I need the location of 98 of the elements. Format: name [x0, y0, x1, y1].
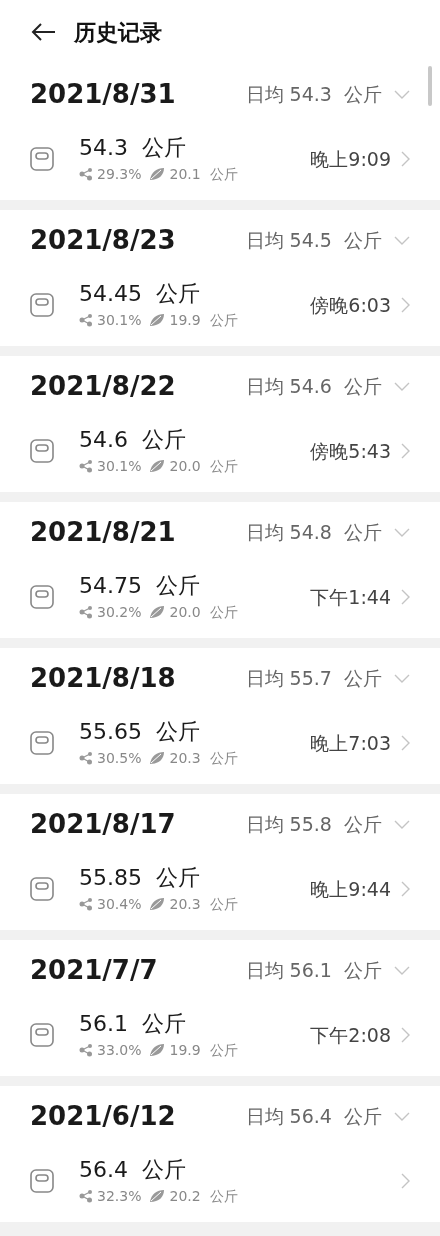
chevron-right-icon — [401, 1173, 410, 1189]
page-title: 历史记录 — [74, 18, 162, 47]
chevron-down-icon[interactable] — [394, 381, 410, 391]
date-heading: 2021/8/18 — [30, 661, 176, 695]
weight-value: 54.45 公斤 — [79, 279, 201, 308]
weight-value: 54.75 公斤 — [79, 571, 201, 600]
daily-average: 日均 54.3 公斤 — [245, 81, 382, 107]
chevron-down-icon[interactable] — [394, 1111, 410, 1121]
scale-icon — [30, 1169, 54, 1193]
leaf-icon — [149, 167, 166, 181]
record-row[interactable]: 54.75 公斤 30.2% 20.0 公斤 下午1:44 — [30, 562, 410, 638]
leaf-icon — [149, 313, 166, 327]
body-fat-value: 30.5% — [97, 748, 142, 768]
leaf-icon — [149, 605, 166, 619]
record-time: 下午1:44 — [310, 584, 391, 610]
weight-value: 54.6 公斤 — [79, 425, 187, 454]
date-heading: 2021/8/23 — [30, 223, 176, 257]
daily-average: 日均 56.1 公斤 — [245, 957, 382, 983]
scale-icon — [30, 147, 54, 171]
date-heading: 2021/6/12 — [30, 1099, 176, 1133]
weight-value: 55.85 公斤 — [79, 863, 201, 892]
record-row[interactable]: 56.4 公斤 32.3% 20.2 公斤 — [30, 1146, 410, 1222]
date-heading: 2021/8/21 — [30, 515, 176, 549]
record-time: 下午2:08 — [310, 1022, 391, 1048]
date-heading: 2021/8/22 — [30, 369, 176, 403]
chevron-down-icon[interactable] — [394, 673, 410, 683]
date-heading: 2021/8/31 — [30, 77, 176, 111]
record-time: 傍晚6:03 — [310, 292, 391, 318]
leaf-icon — [149, 459, 166, 473]
muscle-value: 20.3 公斤 — [169, 894, 238, 914]
nodes-icon — [79, 751, 93, 765]
leaf-icon — [149, 751, 166, 765]
chevron-down-icon[interactable] — [394, 819, 410, 829]
daily-average: 日均 54.6 公斤 — [245, 373, 382, 399]
muscle-value: 20.3 公斤 — [169, 748, 238, 768]
daily-average: 日均 54.8 公斤 — [245, 519, 382, 545]
chevron-right-icon — [401, 881, 410, 897]
weight-value: 54.3 公斤 — [79, 133, 187, 162]
leaf-icon — [149, 1043, 166, 1057]
nodes-icon — [79, 459, 93, 473]
muscle-value: 20.0 公斤 — [169, 456, 238, 476]
nodes-icon — [79, 313, 93, 327]
scale-icon — [30, 877, 54, 901]
muscle-value: 20.1 公斤 — [169, 164, 238, 184]
record-time: 傍晚5:43 — [310, 438, 391, 464]
record-time: 晚上9:44 — [310, 876, 391, 902]
body-fat-value: 33.0% — [97, 1040, 142, 1060]
chevron-down-icon[interactable] — [394, 89, 410, 99]
scale-icon — [30, 731, 54, 755]
weight-value: 55.65 公斤 — [79, 717, 201, 746]
leaf-icon — [149, 1189, 166, 1203]
back-icon[interactable] — [30, 22, 56, 42]
chevron-down-icon[interactable] — [394, 235, 410, 245]
body-fat-value: 32.3% — [97, 1186, 142, 1206]
record-time: 晚上9:09 — [310, 146, 391, 172]
chevron-down-icon[interactable] — [394, 965, 410, 975]
scale-icon — [30, 293, 54, 317]
chevron-down-icon[interactable] — [394, 527, 410, 537]
daily-average: 日均 55.8 公斤 — [245, 811, 382, 837]
scale-icon — [30, 439, 54, 463]
nodes-icon — [79, 1043, 93, 1057]
nodes-icon — [79, 1189, 93, 1203]
record-row[interactable]: 54.3 公斤 29.3% 20.1 公斤 晚上9:09 — [30, 124, 410, 200]
muscle-value: 20.2 公斤 — [169, 1186, 238, 1206]
body-fat-value: 29.3% — [97, 164, 142, 184]
chevron-right-icon — [401, 297, 410, 313]
scrollbar — [428, 66, 432, 106]
scale-icon — [30, 1023, 54, 1047]
body-fat-value: 30.1% — [97, 310, 142, 330]
record-row[interactable]: 56.1 公斤 33.0% 19.9 公斤 下午2:08 — [30, 1000, 410, 1076]
nodes-icon — [79, 897, 93, 911]
chevron-right-icon — [401, 1027, 410, 1043]
record-row[interactable]: 55.65 公斤 30.5% 20.3 公斤 晚上7:03 — [30, 708, 410, 784]
scale-icon — [30, 585, 54, 609]
record-row[interactable]: 54.6 公斤 30.1% 20.0 公斤 傍晚5:43 — [30, 416, 410, 492]
record-row[interactable]: 55.85 公斤 30.4% 20.3 公斤 晚上9:44 — [30, 854, 410, 930]
nodes-icon — [79, 605, 93, 619]
nodes-icon — [79, 167, 93, 181]
body-fat-value: 30.1% — [97, 456, 142, 476]
leaf-icon — [149, 897, 166, 911]
muscle-value: 20.0 公斤 — [169, 602, 238, 622]
daily-average: 日均 56.4 公斤 — [245, 1103, 382, 1129]
daily-average: 日均 54.5 公斤 — [245, 227, 382, 253]
chevron-right-icon — [401, 589, 410, 605]
chevron-right-icon — [401, 735, 410, 751]
weight-value: 56.1 公斤 — [79, 1009, 187, 1038]
record-row[interactable]: 54.45 公斤 30.1% 19.9 公斤 傍晚6:03 — [30, 270, 410, 346]
date-heading: 2021/8/17 — [30, 807, 176, 841]
chevron-right-icon — [401, 443, 410, 459]
daily-average: 日均 55.7 公斤 — [245, 665, 382, 691]
weight-value: 56.4 公斤 — [79, 1155, 187, 1184]
body-fat-value: 30.2% — [97, 602, 142, 622]
chevron-right-icon — [401, 151, 410, 167]
date-heading: 2021/7/7 — [30, 953, 158, 987]
muscle-value: 19.9 公斤 — [169, 310, 238, 330]
body-fat-value: 30.4% — [97, 894, 142, 914]
muscle-value: 19.9 公斤 — [169, 1040, 238, 1060]
record-time: 晚上7:03 — [310, 730, 391, 756]
